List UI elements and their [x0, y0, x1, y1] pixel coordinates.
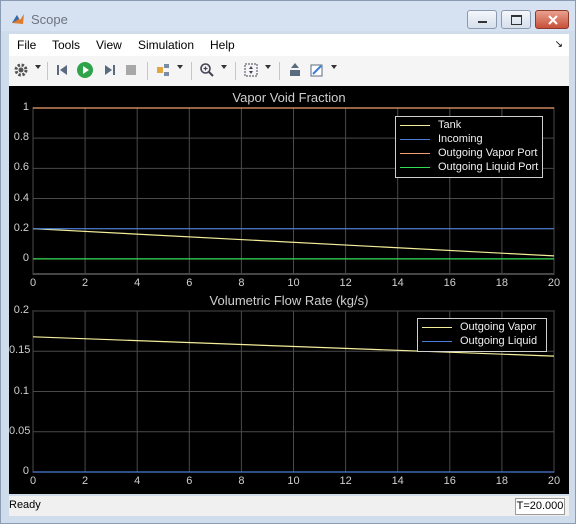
- title-bar[interactable]: Scope: [1, 1, 575, 31]
- legend-swatch: [422, 341, 452, 342]
- run-icon[interactable]: [75, 60, 95, 80]
- legend-swatch: [400, 125, 430, 126]
- zoom-icon[interactable]: [197, 60, 217, 80]
- x-tick-label: 4: [134, 277, 141, 289]
- highlight-block-icon[interactable]: [285, 60, 305, 80]
- toolbar-separator: [191, 62, 192, 80]
- legend-item: Tank: [396, 119, 542, 133]
- y-tick-label: 0: [22, 251, 29, 264]
- legend-swatch: [400, 153, 430, 154]
- close-icon: [548, 15, 558, 25]
- legend-label: Incoming: [438, 133, 483, 145]
- x-tick-label: 8: [238, 475, 245, 487]
- x-tick-label: 8: [238, 277, 245, 289]
- plot1-legend[interactable]: Tank Incoming Outgoing Vapor Port Outgoi…: [395, 116, 543, 178]
- gear-icon[interactable]: [11, 60, 31, 80]
- x-tick-label: 10: [287, 277, 300, 289]
- plot2-legend[interactable]: Outgoing Vapor Outgoing Liquid: [417, 318, 547, 352]
- window-title: Scope: [31, 12, 68, 27]
- x-tick-label: 16: [443, 475, 456, 487]
- x-tick-label: 20: [547, 277, 561, 289]
- stop-icon[interactable]: [121, 60, 141, 80]
- y-tick-label: 0.6: [13, 161, 29, 174]
- legend-swatch: [400, 139, 430, 140]
- toolbar-separator: [47, 62, 48, 80]
- x-tick-label: 14: [391, 475, 404, 487]
- y-tick-label: 0.4: [13, 191, 29, 204]
- legend-item: Outgoing Vapor Port: [396, 147, 542, 161]
- x-tick-label: 10: [287, 475, 300, 487]
- y-tick-label: 0: [22, 465, 29, 477]
- x-tick-label: 4: [134, 475, 141, 487]
- style-icon[interactable]: [307, 60, 327, 80]
- simulation-time: T=20.000: [515, 498, 565, 515]
- y-tick-label: 0.2: [13, 304, 29, 316]
- menu-view[interactable]: View: [96, 38, 122, 52]
- x-tick-label: 14: [391, 277, 404, 289]
- x-tick-label: 0: [29, 277, 37, 289]
- menu-bar: File Tools View Simulation Help ↘: [9, 34, 569, 56]
- x-tick-label: 6: [186, 277, 193, 289]
- menu-help[interactable]: Help: [210, 38, 235, 52]
- plot-area: Vapor Void Fraction Volumetric Flow Rate…: [9, 86, 569, 494]
- step-forward-icon[interactable]: [99, 60, 119, 80]
- autoscale-dropdown-icon[interactable]: [265, 65, 271, 69]
- undock-icon[interactable]: ↘: [555, 39, 563, 50]
- legend-item: Outgoing Liquid: [418, 335, 546, 349]
- x-tick-label: 12: [339, 277, 352, 289]
- step-back-icon[interactable]: [53, 60, 73, 80]
- legend-label: Outgoing Vapor: [460, 321, 537, 333]
- legend-label: Outgoing Liquid: [460, 335, 538, 347]
- style-dropdown-icon[interactable]: [331, 65, 337, 69]
- toolbar-separator: [235, 62, 236, 80]
- zoom-dropdown-icon[interactable]: [221, 65, 227, 69]
- matlab-logo-icon: [12, 14, 24, 24]
- toolbar-separator: [147, 62, 148, 80]
- menu-tools[interactable]: Tools: [52, 38, 80, 52]
- x-tick-label: 18: [495, 277, 509, 289]
- x-tick-label: 2: [82, 277, 89, 289]
- x-tick-label: 2: [82, 475, 89, 487]
- signal-dropdown-icon[interactable]: [177, 65, 183, 69]
- autoscale-icon[interactable]: [241, 60, 261, 80]
- x-tick-label: 6: [186, 475, 193, 487]
- y-tick-label: 0.1: [13, 384, 29, 397]
- menu-simulation[interactable]: Simulation: [138, 38, 194, 52]
- legend-label: Outgoing Vapor Port: [438, 147, 538, 159]
- toolbar-separator: [279, 62, 280, 80]
- toolbar: [9, 56, 569, 87]
- legend-label: Tank: [438, 119, 462, 131]
- scope-window: Scope File Tools View Simulation Help ↘: [0, 0, 576, 524]
- y-tick-label: 0.15: [9, 344, 31, 357]
- x-tick-label: 20: [547, 475, 561, 487]
- minimize-button[interactable]: [467, 10, 497, 29]
- x-tick-label: 16: [443, 277, 456, 289]
- legend-item: Incoming: [396, 133, 542, 147]
- y-tick-label: 1: [22, 101, 29, 113]
- status-bar: Ready T=20.000: [9, 496, 569, 516]
- status-text: Ready: [9, 499, 41, 511]
- settings-dropdown-icon[interactable]: [35, 65, 41, 69]
- legend-label: Outgoing Liquid Port: [438, 161, 539, 173]
- legend-swatch: [400, 167, 430, 168]
- y-tick-label: 0.8: [13, 131, 29, 144]
- menu-file[interactable]: File: [17, 38, 36, 52]
- y-tick-label: 0.05: [9, 424, 31, 437]
- y-tick-label: 0.2: [13, 221, 29, 234]
- legend-item: Outgoing Liquid Port: [396, 161, 542, 175]
- legend-swatch: [422, 327, 452, 328]
- x-tick-label: 12: [339, 475, 352, 487]
- close-button[interactable]: [535, 10, 569, 29]
- signal-selector-icon[interactable]: [153, 60, 173, 80]
- x-tick-label: 18: [495, 475, 509, 487]
- legend-item: Outgoing Vapor: [418, 321, 546, 335]
- maximize-button[interactable]: [501, 10, 531, 29]
